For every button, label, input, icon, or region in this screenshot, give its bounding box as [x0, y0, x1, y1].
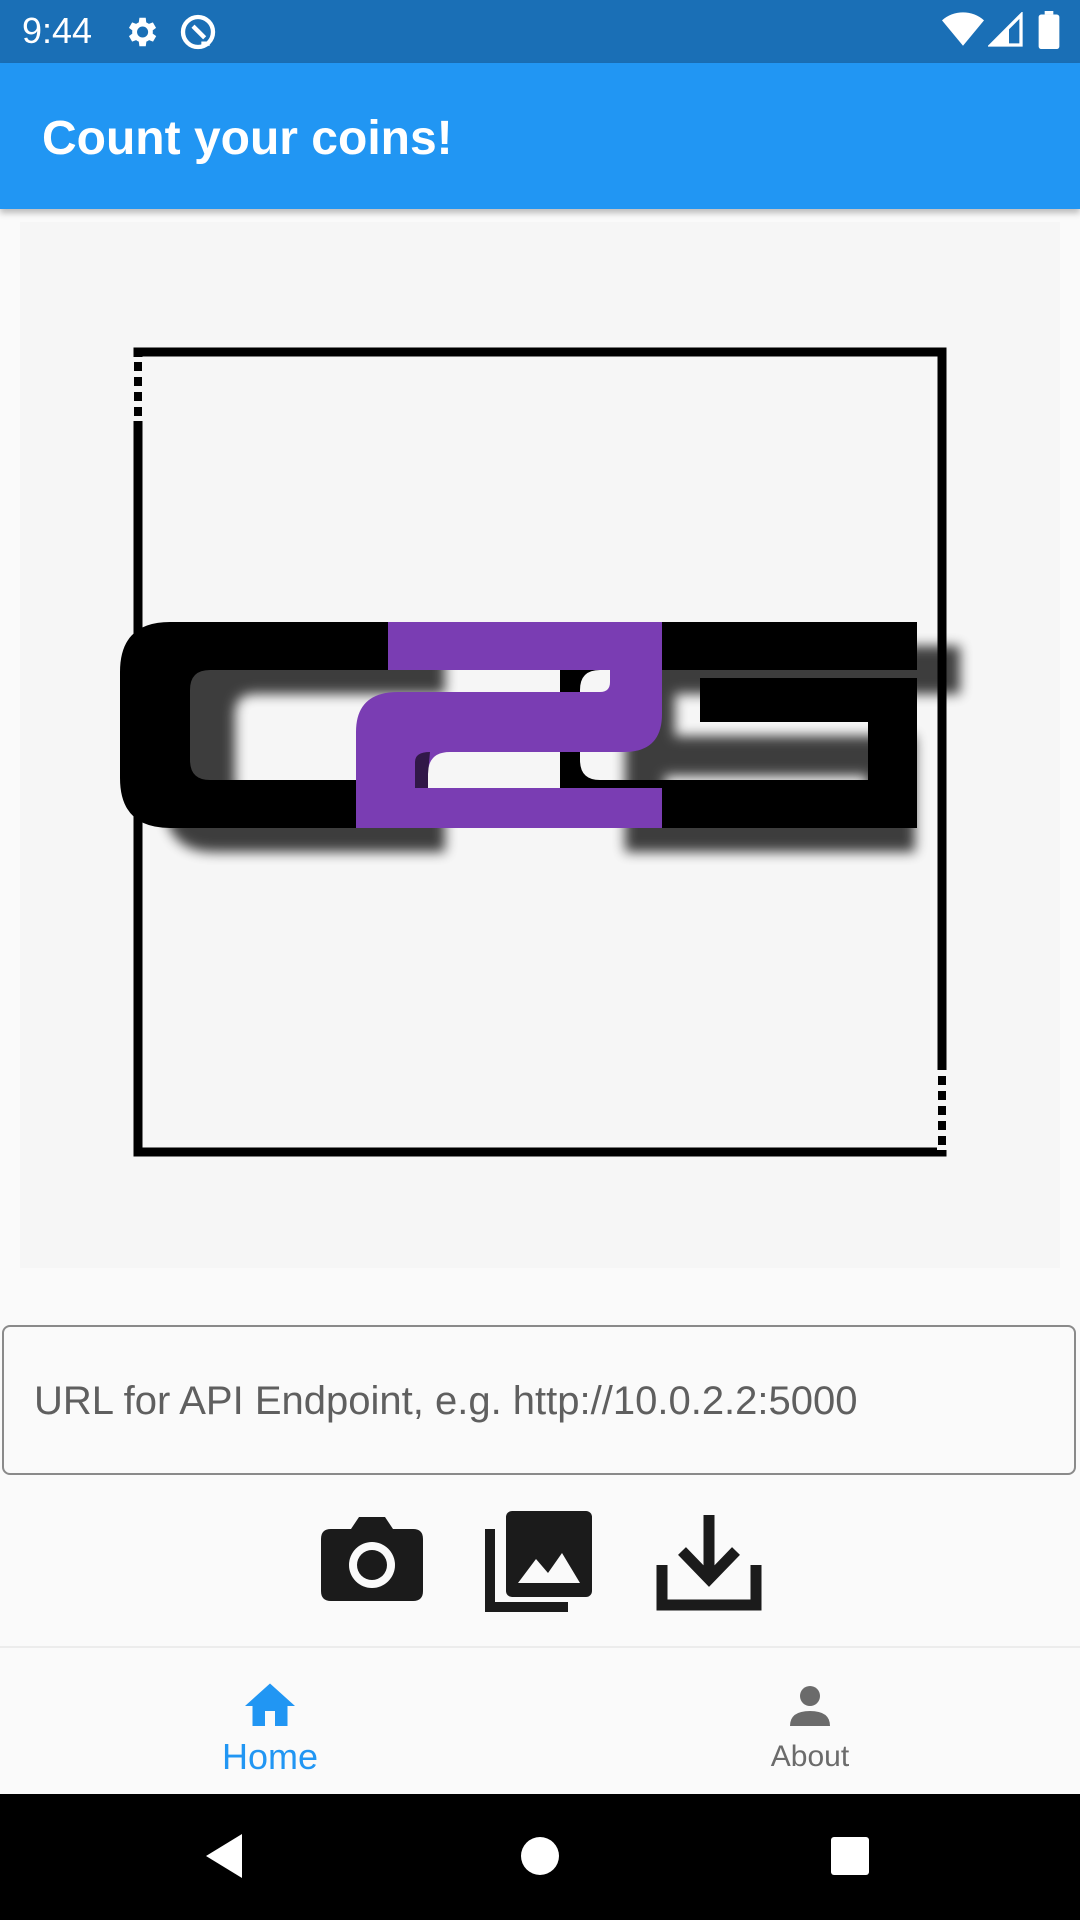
battery-icon	[1038, 11, 1060, 49]
api-url-field[interactable]	[2, 1325, 1076, 1475]
camera-button[interactable]	[317, 1505, 427, 1615]
wifi-icon	[942, 12, 984, 46]
app-title: Count your coins!	[42, 112, 453, 165]
home-circle-icon[interactable]	[510, 1826, 570, 1886]
bottom-navigation: Home About	[0, 1646, 1080, 1796]
system-navigation-bar	[0, 1794, 1080, 1920]
download-icon	[656, 1515, 762, 1611]
home-icon	[245, 1683, 295, 1726]
person-icon	[790, 1686, 830, 1726]
nav-home-label: Home	[221, 1736, 319, 1777]
nav-home[interactable]: Home	[0, 1648, 540, 1796]
status-time: 9:44	[22, 10, 93, 51]
settings-gear-icon	[128, 17, 157, 47]
app-bar: Count your coins!	[0, 63, 1080, 209]
cell-signal-icon	[988, 12, 1023, 47]
nav-about[interactable]: About	[540, 1648, 1080, 1796]
download-button[interactable]	[654, 1505, 764, 1615]
sync-q-icon	[180, 14, 216, 50]
nav-about-label: About	[770, 1740, 850, 1773]
gallery-button[interactable]	[484, 1505, 594, 1615]
back-icon[interactable]	[196, 1826, 256, 1886]
c2g-logo-image	[120, 347, 960, 1157]
recents-icon[interactable]	[820, 1826, 880, 1886]
camera-icon	[321, 1517, 423, 1601]
api-url-input[interactable]	[32, 1327, 1046, 1475]
photo-library-icon	[485, 1511, 592, 1612]
status-bar: 9:44	[0, 0, 1080, 63]
logo-panel	[20, 222, 1060, 1268]
